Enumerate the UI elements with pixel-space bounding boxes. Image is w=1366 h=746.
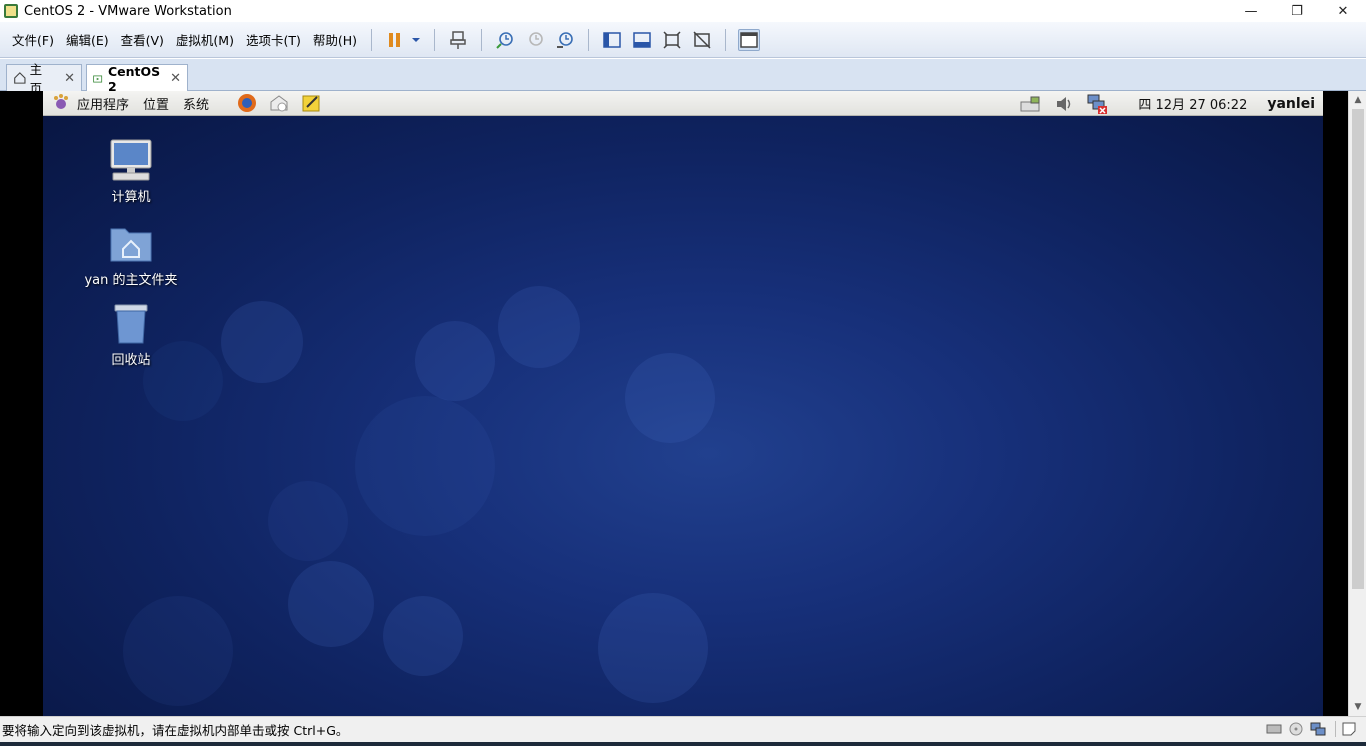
revert-snapshot-icon[interactable] [524,29,546,51]
network-disconnected-icon[interactable] [1086,93,1108,115]
menu-view[interactable]: 查看(V) [115,28,170,52]
status-bar: 要将输入定向到该虚拟机，请在虚拟机内部单击或按 Ctrl+G。 [0,716,1366,742]
unity-mode-icon[interactable] [691,29,713,51]
menu-vm[interactable]: 虚拟机(M) [170,28,240,52]
firefox-icon[interactable] [237,93,257,113]
vertical-scrollbar[interactable]: ▲ ▼ [1348,91,1366,716]
tab-bar: 主页 ✕ CentOS 2 ✕ [0,59,1366,96]
guest-menu-places[interactable]: 位置 [143,94,169,113]
restore-button[interactable]: ❐ [1274,0,1320,22]
menu-edit[interactable]: 编辑(E) [60,28,115,52]
gnome-foot-icon [54,94,68,109]
desktop-icon-home-folder[interactable]: yan 的主文件夹 [76,219,186,288]
hard-disk-icon[interactable] [1265,721,1283,737]
send-ctrl-alt-del-icon[interactable] [447,29,469,51]
pause-icon[interactable] [384,29,406,51]
close-button[interactable]: ✕ [1320,0,1366,22]
status-message: 要将输入定向到该虚拟机，请在虚拟机内部单击或按 Ctrl+G。 [2,723,349,738]
desktop-icon-label: 回收站 [111,353,151,368]
host-taskbar-strip [0,742,1366,746]
toolbar-separator [588,28,590,51]
tab-home-close-icon[interactable]: ✕ [64,71,75,86]
trash-icon [114,304,148,344]
network-status-icon[interactable] [1018,94,1042,114]
toolbar-separator [434,28,436,51]
minimize-button[interactable]: — [1228,0,1274,22]
title-bar: CentOS 2 - VMware Workstation — ❐ ✕ [0,0,1366,22]
guest-menu-system[interactable]: 系统 [183,94,209,113]
menu-tabs[interactable]: 选项卡(T) [240,28,307,52]
thumbnail-bar-icon[interactable] [631,29,653,51]
menu-file[interactable]: 文件(F) [6,28,60,52]
desktop-icon-label: yan 的主文件夹 [84,273,178,288]
guest-top-panel: 应用程序 位置 系统 四 12月 27 06:22 yanlei [43,91,1323,116]
network-adapter-icon[interactable] [1309,721,1327,737]
guest-menu-applications[interactable]: 应用程序 [77,94,129,113]
text-editor-icon[interactable] [301,93,321,113]
vm-display[interactable]: 计算机 yan 的主文件夹 回收站 应用程序 位置 系统 四 12月 27 06… [0,91,1348,716]
cd-dvd-icon[interactable] [1287,721,1305,737]
tab-home[interactable]: 主页 ✕ [6,62,82,96]
guest-user-name[interactable]: yanlei [1267,96,1315,112]
vmware-app-icon [4,4,18,18]
desktop-icon-label: 计算机 [111,190,151,205]
vm-running-icon [93,74,103,83]
scroll-down-arrow-icon[interactable]: ▼ [1349,698,1366,716]
toolbar-separator [371,28,373,51]
message-log-icon[interactable] [1340,721,1358,737]
toolbar-separator [481,28,483,51]
scroll-up-arrow-icon[interactable]: ▲ [1349,91,1366,109]
tab-centos2[interactable]: CentOS 2 ✕ [86,63,188,94]
mail-client-icon[interactable] [269,93,289,113]
desktop-icon-computer[interactable]: 计算机 [76,136,186,205]
status-separator [1335,721,1336,737]
menu-toolbar: 文件(F) 编辑(E) 查看(V) 虚拟机(M) 选项卡(T) 帮助(H) [0,22,1366,58]
scroll-thumb[interactable] [1352,109,1364,589]
take-snapshot-icon[interactable] [494,29,516,51]
tab-centos2-close-icon[interactable]: ✕ [170,71,181,86]
snapshot-manager-icon[interactable] [554,29,576,51]
power-dropdown-chevron-down-icon[interactable] [410,29,422,51]
window-title: CentOS 2 - VMware Workstation [24,3,232,19]
tab-centos2-label: CentOS 2 [107,63,161,94]
desktop-icon-trash[interactable]: 回收站 [76,299,186,368]
home-folder-icon [110,228,152,262]
volume-icon[interactable] [1054,94,1074,114]
guest-clock[interactable]: 四 12月 27 06:22 [1138,94,1247,113]
console-view-icon[interactable] [738,28,761,51]
menu-help[interactable]: 帮助(H) [307,28,363,52]
full-screen-icon[interactable] [661,29,683,51]
home-icon [14,72,26,84]
guest-desktop[interactable]: 计算机 yan 的主文件夹 回收站 [43,91,1323,716]
toolbar-separator [725,28,727,51]
computer-icon [110,139,152,181]
show-library-icon[interactable] [601,29,623,51]
